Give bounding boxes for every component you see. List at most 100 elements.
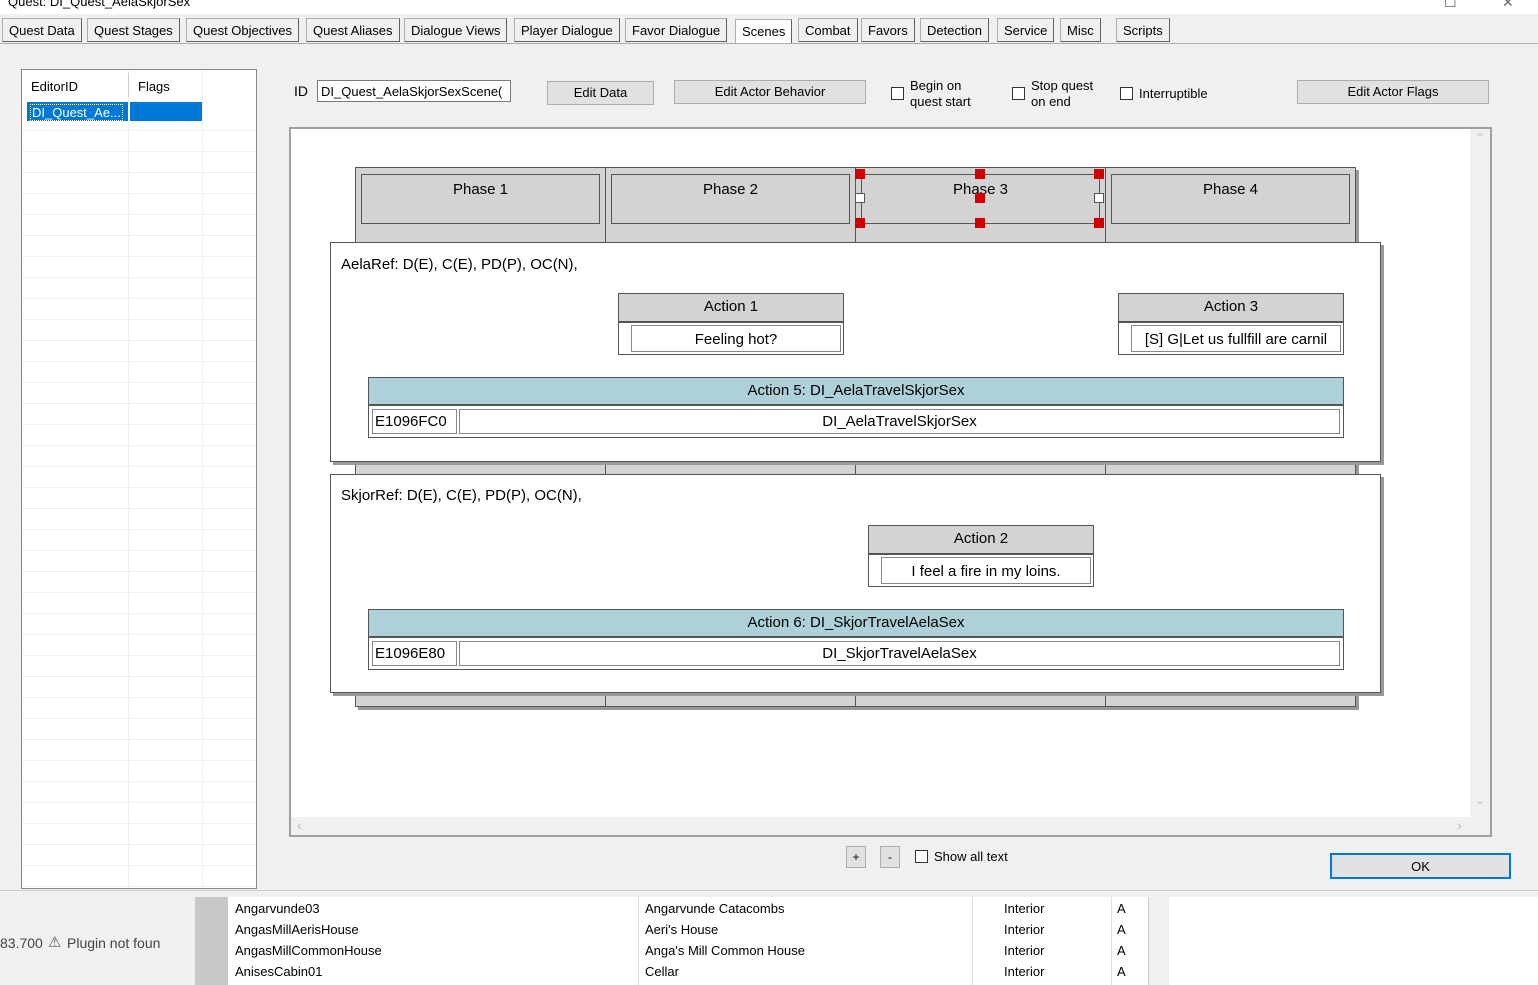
interruptible-label: Interruptible (1139, 86, 1208, 101)
tab-quest-data[interactable]: Quest Data (2, 18, 82, 42)
scroll-left-icon[interactable]: ‹ (297, 817, 302, 833)
id-field-value: DI_Quest_AelaSkjorSexScene( (321, 84, 503, 99)
maximize-button[interactable]: ☐ (1444, 0, 1457, 11)
panel-splitter[interactable] (195, 897, 228, 985)
grid-line (22, 823, 256, 824)
tab-quest-objectives[interactable]: Quest Objectives (186, 18, 299, 42)
resize-handle[interactable] (855, 193, 865, 203)
cell-name: Aeri's House (645, 922, 719, 937)
id-field[interactable]: DI_Quest_AelaSkjorSexScene( (317, 80, 511, 102)
tab-favors[interactable]: Favors (861, 18, 915, 42)
tab-detection[interactable]: Detection (920, 18, 989, 42)
tab-misc[interactable]: Misc (1060, 18, 1101, 42)
package-id: E1096FC0 (372, 409, 457, 434)
edit-data-button[interactable]: Edit Data (547, 81, 654, 105)
tab-scripts[interactable]: Scripts (1116, 18, 1170, 42)
cell-extra: A (1117, 901, 1126, 916)
scroll-up-icon[interactable]: ⌃ (1475, 131, 1485, 145)
grid-line (22, 844, 256, 845)
scroll-down-icon[interactable]: ⌄ (1475, 793, 1485, 807)
resize-handle[interactable] (855, 218, 865, 228)
grid-line (22, 718, 256, 719)
column-header-flags[interactable]: Flags (138, 79, 170, 94)
package-id: E1096E80 (372, 641, 457, 666)
row-editorid: DI_Quest_Ae... (30, 104, 123, 121)
phase-2[interactable]: Phase 2 (611, 174, 850, 224)
phase-1[interactable]: Phase 1 (361, 174, 600, 224)
grid-line (972, 897, 973, 985)
resize-handle[interactable] (975, 218, 985, 228)
grid-line (22, 361, 256, 362)
cell-editor-id[interactable]: AnisesCabin01 (235, 964, 322, 979)
cell-name: Anga's Mill Common House (645, 943, 805, 958)
action-6-package[interactable]: Action 6: DI_SkjorTravelAelaSex E1096E80… (368, 609, 1344, 670)
grid-line (22, 151, 256, 152)
grid-line (22, 697, 256, 698)
resize-handle[interactable] (975, 193, 985, 203)
edit-actor-behavior-button[interactable]: Edit Actor Behavior (674, 80, 866, 104)
resize-handle[interactable] (975, 169, 985, 179)
zoom-in-button[interactable]: + (846, 846, 866, 868)
tab-favor-dialogue[interactable]: Favor Dialogue (625, 18, 728, 42)
phase-4[interactable]: Phase 4 (1111, 174, 1350, 224)
action-3[interactable]: Action 3 [S] G|Let us fullfill are carni… (1118, 293, 1344, 355)
show-all-text-checkbox[interactable] (915, 850, 928, 863)
vertical-scrollbar[interactable]: ⌃ ⌄ (1470, 129, 1490, 817)
tab-player-dialogue[interactable]: Player Dialogue (514, 18, 620, 42)
action-2[interactable]: Action 2 I feel a fire in my loins. (868, 525, 1094, 587)
tab-dialogue-views[interactable]: Dialogue Views (404, 18, 508, 42)
action-1[interactable]: Action 1 Feeling hot? (618, 293, 844, 355)
cell-editor-id[interactable]: AngasMillCommonHouse (235, 943, 382, 958)
action-title: Action 2 (868, 525, 1094, 554)
action-text: Feeling hot? (631, 325, 841, 352)
resize-handle[interactable] (1094, 193, 1104, 203)
grid-line (22, 508, 256, 509)
interruptible-checkbox[interactable] (1120, 87, 1133, 100)
grid-line (22, 193, 256, 194)
grid-line (22, 277, 256, 278)
cell-extra: A (1117, 964, 1126, 979)
background-window: 83.700 ⚠ Plugin not foun Angarvunde03 An… (0, 897, 1538, 985)
package-name: DI_SkjorTravelAelaSex (459, 641, 1340, 666)
resize-handle[interactable] (1094, 169, 1104, 179)
stop-quest-on-end-checkbox[interactable] (1012, 87, 1025, 100)
cell-list-scrollbar[interactable] (1148, 897, 1169, 985)
package-body: E1096E80 DI_SkjorTravelAelaSex (368, 637, 1344, 670)
action-body: [S] G|Let us fullfill are carnil (1118, 322, 1344, 355)
close-button[interactable]: ✕ (1502, 0, 1514, 11)
scene-canvas[interactable]: Phase 1 Phase 2 Phase 3 Phase 4 AelaRef:… (289, 127, 1492, 837)
resize-handle[interactable] (855, 169, 865, 179)
grid-line (22, 550, 256, 551)
begin-on-quest-start-checkbox[interactable] (891, 87, 904, 100)
cell-name: Cellar (645, 964, 679, 979)
action-5-package[interactable]: Action 5: DI_AelaTravelSkjorSex E1096FC0… (368, 377, 1344, 438)
package-title: Action 6: DI_SkjorTravelAelaSex (368, 609, 1344, 637)
zoom-out-button[interactable]: - (880, 846, 900, 868)
edit-actor-flags-button[interactable]: Edit Actor Flags (1297, 80, 1489, 104)
cell-list[interactable]: Angarvunde03 Angarvunde Catacombs Interi… (228, 897, 1148, 985)
tab-quest-stages[interactable]: Quest Stages (87, 18, 180, 42)
tab-service[interactable]: Service (997, 18, 1055, 42)
ok-button[interactable]: OK (1330, 853, 1511, 879)
table-row[interactable]: DI_Quest_Ae... (27, 102, 202, 121)
grid-line (22, 445, 256, 446)
tab-scenes[interactable]: Scenes (735, 19, 793, 44)
grid-line (1111, 897, 1112, 985)
scene-list[interactable]: EditorID Flags DI_Quest_Ae... (21, 69, 257, 889)
scroll-right-icon[interactable]: › (1457, 817, 1462, 833)
tab-combat[interactable]: Combat (798, 18, 858, 42)
begin-on-quest-start-label: Begin on quest start (910, 78, 971, 109)
column-header-editorid[interactable]: EditorID (31, 79, 78, 94)
window-title: Quest: DI_Quest_AelaSkjorSex (8, 0, 191, 9)
tab-quest-aliases[interactable]: Quest Aliases (306, 18, 400, 42)
grid-line (22, 865, 256, 866)
cell-editor-id[interactable]: AngasMillAerisHouse (235, 922, 359, 937)
horizontal-scrollbar[interactable]: ‹ › (291, 817, 1490, 835)
actor-header: AelaRef: D(E), C(E), PD(P), OC(N), (341, 256, 578, 273)
resize-handle[interactable] (1094, 218, 1104, 228)
grid-line (22, 634, 256, 635)
actor-box-aela[interactable]: AelaRef: D(E), C(E), PD(P), OC(N), Actio… (330, 242, 1381, 462)
actor-box-skjor[interactable]: SkjorRef: D(E), C(E), PD(P), OC(N), Acti… (330, 474, 1381, 693)
cell-editor-id[interactable]: Angarvunde03 (235, 901, 320, 916)
status-panel: 83.700 ⚠ Plugin not foun (0, 897, 196, 985)
